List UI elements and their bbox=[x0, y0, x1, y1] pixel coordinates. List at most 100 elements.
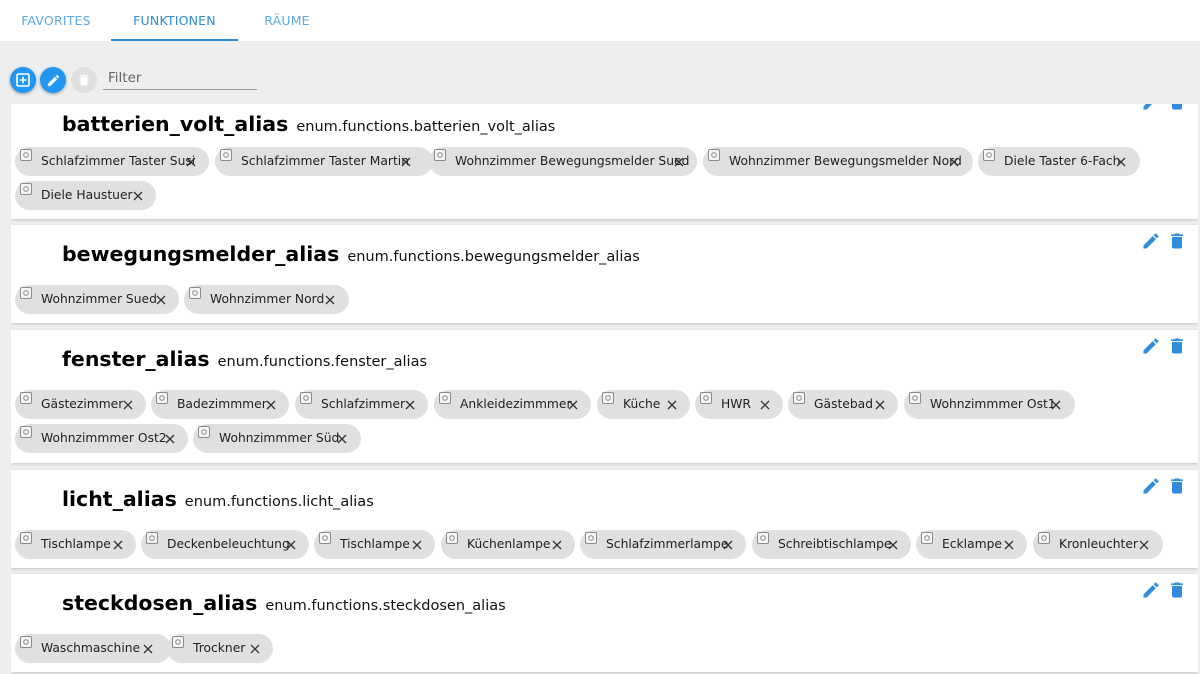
edit-pencil-icon[interactable] bbox=[1141, 104, 1161, 112]
trash-icon bbox=[79, 74, 89, 86]
close-icon bbox=[143, 644, 153, 654]
close-icon bbox=[133, 191, 143, 201]
function-id: enum.functions.licht_alias bbox=[184, 494, 374, 510]
state-object-icon bbox=[172, 636, 184, 648]
remove-chip-button[interactable] bbox=[1114, 155, 1128, 169]
state-object-icon bbox=[189, 287, 201, 299]
edit-pencil-icon[interactable] bbox=[1141, 231, 1161, 251]
tab-raeume[interactable]: RÄUME bbox=[238, 0, 336, 41]
close-icon bbox=[266, 400, 276, 410]
remove-chip-button[interactable] bbox=[721, 538, 735, 552]
delete-trash-icon[interactable] bbox=[1167, 104, 1187, 112]
remove-chip-button[interactable] bbox=[154, 293, 168, 307]
chip-label: Wohnzimmer Nord bbox=[210, 292, 325, 306]
delete-trash-icon[interactable] bbox=[1167, 336, 1187, 356]
chip-label: Tischlampe bbox=[41, 537, 111, 551]
remove-chip-button[interactable] bbox=[121, 398, 135, 412]
state-object-icon bbox=[20, 636, 32, 648]
remove-chip-button[interactable] bbox=[1137, 538, 1151, 552]
function-name: licht_alias bbox=[62, 487, 177, 511]
member-chip: Schlafzimmer Taster Martin bbox=[215, 147, 433, 176]
remove-chip-button[interactable] bbox=[665, 398, 679, 412]
remove-chip-button[interactable] bbox=[947, 155, 961, 169]
remove-chip-button[interactable] bbox=[111, 538, 125, 552]
state-object-icon bbox=[20, 532, 32, 544]
chip-label: Schlafzimmer Taster Martin bbox=[241, 154, 410, 168]
remove-chip-button[interactable] bbox=[1002, 538, 1016, 552]
close-icon bbox=[875, 400, 885, 410]
add-function-button[interactable] bbox=[10, 67, 36, 93]
edit-pencil-icon[interactable] bbox=[1141, 580, 1161, 600]
member-chip: Wohnzimmer Nord bbox=[184, 285, 349, 314]
remove-chip-button[interactable] bbox=[399, 155, 413, 169]
remove-chip-button[interactable] bbox=[886, 538, 900, 552]
delete-trash-icon[interactable] bbox=[1167, 231, 1187, 251]
close-icon bbox=[674, 157, 684, 167]
remove-chip-button[interactable] bbox=[264, 398, 278, 412]
function-name: batterien_volt_alias bbox=[62, 112, 289, 136]
remove-chip-button[interactable] bbox=[131, 189, 145, 203]
remove-chip-button[interactable] bbox=[1049, 398, 1063, 412]
filter-input[interactable] bbox=[103, 66, 257, 90]
tab-funktionen[interactable]: FUNKTIONEN bbox=[111, 0, 238, 41]
delete-trash-icon[interactable] bbox=[1167, 580, 1187, 600]
member-chip: Wohnzimmer Bewegungsmelder Sued bbox=[429, 147, 697, 176]
close-icon bbox=[113, 540, 123, 550]
remove-chip-button[interactable] bbox=[403, 398, 417, 412]
chip-label: Deckenbeleuchtung bbox=[167, 537, 290, 551]
chip-label: Schlafzimmer bbox=[321, 397, 406, 411]
state-object-icon bbox=[20, 183, 32, 195]
member-chip: Küchenlampe bbox=[441, 530, 575, 559]
state-object-icon bbox=[921, 532, 933, 544]
remove-chip-button[interactable] bbox=[672, 155, 686, 169]
remove-chip-button[interactable] bbox=[335, 432, 349, 446]
function-id: enum.functions.bewegungsmelder_alias bbox=[347, 249, 640, 265]
edit-pencil-icon[interactable] bbox=[1141, 476, 1161, 496]
close-icon bbox=[405, 400, 415, 410]
state-object-icon bbox=[793, 392, 805, 404]
remove-chip-button[interactable] bbox=[873, 398, 887, 412]
state-object-icon bbox=[20, 149, 32, 161]
remove-chip-button[interactable] bbox=[248, 642, 262, 656]
remove-chip-button[interactable] bbox=[758, 398, 772, 412]
member-chip: Schlafzimmer Taster Susi bbox=[15, 147, 209, 176]
member-chip: Wohnzimmmer Ost1 bbox=[904, 390, 1075, 419]
function-name: fenster_alias bbox=[62, 347, 210, 371]
chip-label: Diele Taster 6-Fach bbox=[1004, 154, 1121, 168]
close-icon bbox=[401, 157, 411, 167]
function-header: bewegungsmelder_alias enum.functions.bewe… bbox=[62, 242, 640, 266]
function-header: steckdosen_alias enum.functions.steckdose… bbox=[62, 591, 506, 615]
chip-label: Diele Haustuer bbox=[41, 188, 133, 202]
chip-label: Waschmaschine bbox=[41, 641, 141, 655]
member-chip: Tischlampe bbox=[314, 530, 435, 559]
chip-label: Wohnzimmmer Ost1 bbox=[930, 397, 1056, 411]
chip-label: Schlafzimmerlampe bbox=[606, 537, 729, 551]
member-chip: Wohnzimmer Bewegungsmelder Nord bbox=[703, 147, 973, 176]
function-id: enum.functions.fenster_alias bbox=[217, 354, 428, 370]
function-card-fenster-alias: fenster_alias enum.functions.fenster_alia… bbox=[11, 330, 1198, 463]
chip-label: Wohnzimmer Sued bbox=[41, 292, 157, 306]
chip-label: HWR bbox=[721, 397, 751, 411]
member-chip: Wohnzimmer Sued bbox=[15, 285, 179, 314]
remove-chip-button[interactable] bbox=[184, 155, 198, 169]
remove-chip-button[interactable] bbox=[163, 432, 177, 446]
edit-pencil-icon[interactable] bbox=[1141, 336, 1161, 356]
remove-chip-button[interactable] bbox=[323, 293, 337, 307]
remove-chip-button[interactable] bbox=[410, 538, 424, 552]
member-chip: Schlafzimmerlampe bbox=[580, 530, 746, 559]
chip-label: Schreibtischlampe bbox=[778, 537, 892, 551]
member-chip: Badezimmmer bbox=[151, 390, 289, 419]
edit-mode-button[interactable] bbox=[40, 67, 66, 93]
close-icon bbox=[325, 295, 335, 305]
close-icon bbox=[156, 295, 166, 305]
delete-button-disabled[interactable] bbox=[71, 67, 97, 93]
delete-trash-icon[interactable] bbox=[1167, 476, 1187, 496]
remove-chip-button[interactable] bbox=[566, 398, 580, 412]
remove-chip-button[interactable] bbox=[550, 538, 564, 552]
tab-favorites[interactable]: FAVORITES bbox=[0, 0, 112, 41]
remove-chip-button[interactable] bbox=[141, 642, 155, 656]
remove-chip-button[interactable] bbox=[284, 538, 298, 552]
function-card-bewegungsmelder-alias: bewegungsmelder_alias enum.functions.bewe… bbox=[11, 225, 1198, 323]
state-object-icon bbox=[146, 532, 158, 544]
chip-label: Schlafzimmer Taster Susi bbox=[41, 154, 196, 168]
